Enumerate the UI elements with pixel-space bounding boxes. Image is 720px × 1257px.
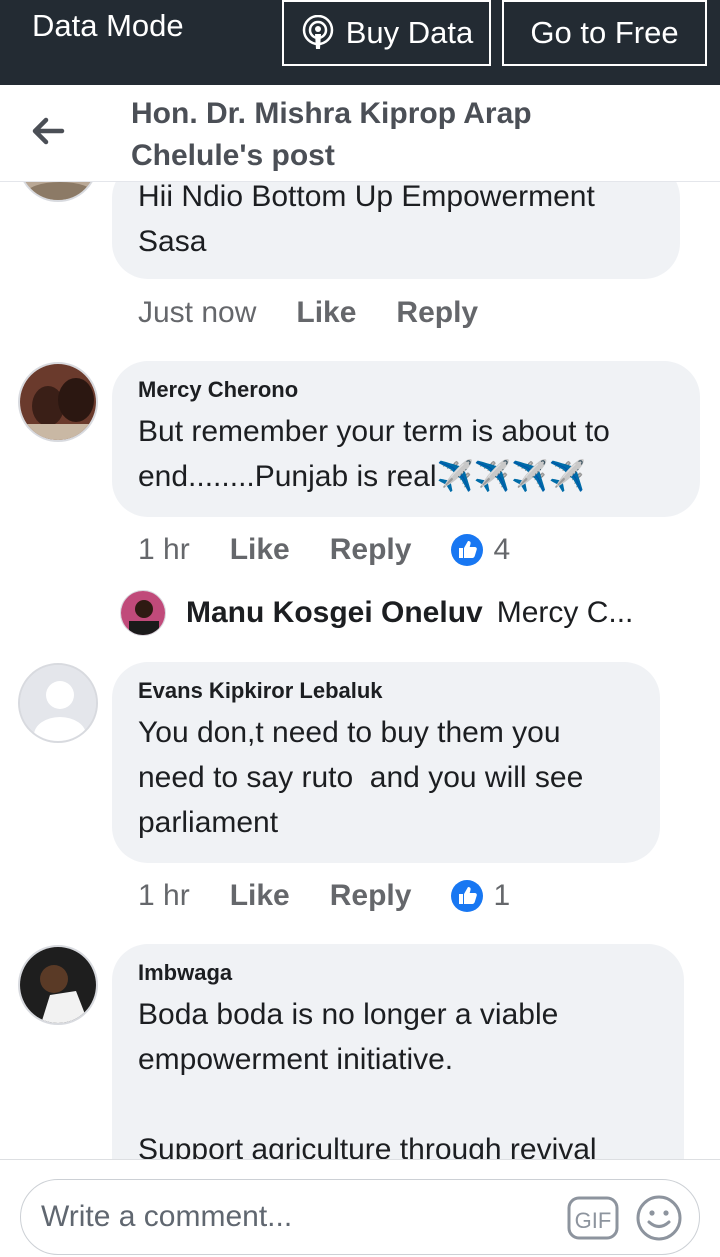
comment-bubble[interactable]: Hii Ndio Bottom Up Empowerment Sasa bbox=[112, 182, 680, 279]
data-mode-label: Data Mode bbox=[32, 8, 184, 43]
comment-input[interactable] bbox=[41, 1190, 561, 1244]
comment-actions: 1 hr Like Reply 4 bbox=[138, 533, 510, 567]
like-button[interactable]: Like bbox=[230, 879, 290, 913]
like-button[interactable]: Like bbox=[230, 533, 290, 567]
comment-time: Just now bbox=[138, 296, 257, 329]
buy-data-label: Buy Data bbox=[345, 15, 474, 50]
data-mode-bar: Data Mode Buy Data Go to Free bbox=[0, 0, 720, 85]
reply-preview[interactable]: Manu Kosgei Oneluv Mercy C... bbox=[120, 590, 633, 636]
comment-actions: Just now Like Reply bbox=[138, 296, 518, 330]
reaction-count-value: 4 bbox=[493, 533, 511, 566]
comment-bubble[interactable]: Evans Kipkiror Lebaluk You don,t need to… bbox=[112, 662, 660, 863]
avatar[interactable] bbox=[18, 945, 98, 1025]
comment-actions: 1 hr Like Reply 1 bbox=[138, 879, 510, 913]
reply-author[interactable]: Manu Kosgei Oneluv bbox=[186, 596, 483, 630]
comment-field[interactable]: GIF bbox=[20, 1179, 700, 1255]
reply-button[interactable]: Reply bbox=[396, 296, 478, 330]
comment-time: 1 hr bbox=[138, 879, 190, 912]
comment-composer: GIF bbox=[0, 1159, 720, 1257]
reaction-count[interactable]: 4 bbox=[451, 533, 510, 567]
avatar[interactable] bbox=[18, 362, 98, 442]
comment-text: Boda boda is no longer a viable empowerm… bbox=[138, 998, 597, 1159]
svg-text:GIF: GIF bbox=[575, 1208, 612, 1233]
comment-text: You don,t need to buy them you need to s… bbox=[138, 716, 592, 839]
comments-feed[interactable]: Hii Ndio Bottom Up Empowerment Sasa Just… bbox=[0, 182, 720, 1159]
comment-author[interactable]: Evans Kipkiror Lebaluk bbox=[138, 678, 634, 704]
reaction-count-value: 1 bbox=[493, 879, 511, 912]
reply-button[interactable]: Reply bbox=[330, 879, 412, 913]
podcast-icon bbox=[302, 15, 333, 49]
reaction-count[interactable]: 1 bbox=[451, 879, 510, 913]
avatar[interactable] bbox=[18, 663, 98, 743]
go-to-free-label: Go to Free bbox=[530, 15, 679, 50]
arrow-left-icon[interactable] bbox=[28, 111, 68, 151]
comment-text: Hii Ndio Bottom Up Empowerment Sasa bbox=[138, 182, 604, 258]
comment-author[interactable]: Imbwaga bbox=[138, 960, 658, 986]
avatar[interactable] bbox=[18, 182, 98, 202]
thumbs-up-icon bbox=[451, 534, 484, 566]
go-to-free-button[interactable]: Go to Free bbox=[502, 0, 707, 66]
comment-bubble[interactable]: Imbwaga Boda boda is no longer a viable … bbox=[112, 944, 684, 1159]
avatar[interactable] bbox=[120, 590, 166, 636]
buy-data-button[interactable]: Buy Data bbox=[282, 0, 491, 66]
thumbs-up-icon bbox=[451, 880, 484, 912]
comment-time: 1 hr bbox=[138, 533, 190, 566]
page-title: Hon. Dr. Mishra Kiprop Arap Chelule's po… bbox=[131, 97, 532, 172]
post-header: Hon. Dr. Mishra Kiprop Arap Chelule's po… bbox=[0, 85, 720, 182]
comment-author[interactable]: Mercy Cherono bbox=[138, 377, 674, 403]
smile-icon[interactable] bbox=[635, 1194, 683, 1242]
reply-button[interactable]: Reply bbox=[330, 533, 412, 567]
reply-snippet: Mercy C... bbox=[496, 596, 634, 629]
like-button[interactable]: Like bbox=[296, 296, 356, 330]
comment-text: But remember your term is about to end..… bbox=[138, 415, 619, 493]
gif-icon[interactable]: GIF bbox=[567, 1196, 619, 1240]
comment-bubble[interactable]: Mercy Cherono But remember your term is … bbox=[112, 361, 700, 517]
